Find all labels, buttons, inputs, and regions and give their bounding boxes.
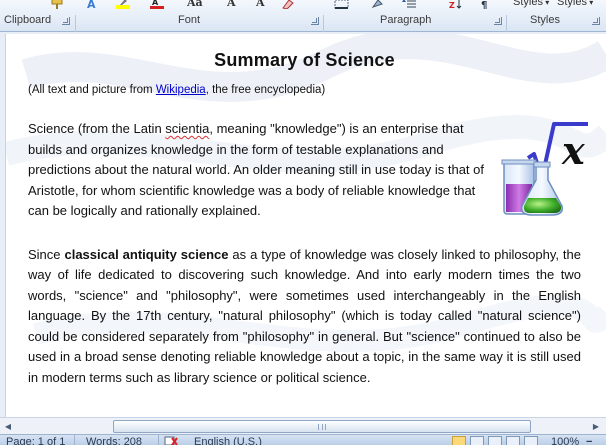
ribbon: A A Aa A A Z ¶ Styles ▾ Styles ▾ Clipboa… [0, 0, 606, 43]
scroll-grip-icon [318, 424, 326, 430]
paragraph-2: Since classical antiquity science as a t… [28, 245, 581, 389]
para2-after: as a type of knowledge was closely linke… [28, 246, 581, 385]
svg-text:A: A [87, 0, 96, 9]
svg-text:A: A [152, 0, 159, 7]
scroll-left-icon[interactable]: ◀ [0, 419, 16, 433]
clipboard-group-label: Clipboard [4, 14, 52, 26]
draft-view-icon[interactable] [524, 436, 538, 445]
wikipedia-link[interactable]: Wikipedia [156, 84, 206, 96]
text-effects-icon[interactable]: A [86, 0, 100, 9]
shrink-font-icon[interactable]: A [256, 0, 265, 9]
document-area: Summary of Science (All text and picture… [0, 32, 606, 417]
highlight-color-icon[interactable] [116, 0, 132, 9]
horizontal-scroll-thumb[interactable] [113, 420, 531, 433]
source-suffix: , the free encyclopedia) [205, 84, 326, 96]
para2-before: Since [28, 246, 65, 262]
para2-bold: classical antiquity science [64, 246, 229, 262]
outline-view-icon[interactable] [506, 436, 520, 445]
spelling-error-word[interactable]: scientia [165, 121, 209, 136]
print-layout-view-icon[interactable] [452, 436, 466, 445]
status-bar: Page: 1 of 1 Words: 208 English (U.S.) 1… [0, 434, 606, 445]
ribbon-icon-row: A A Aa A A Z ¶ Styles ▾ Styles ▾ [0, 0, 606, 12]
borders-icon[interactable] [334, 0, 350, 9]
format-painter-icon[interactable] [50, 0, 64, 9]
source-attribution: (All text and picture from Wikipedia, th… [28, 84, 581, 96]
font-launcher-icon[interactable] [311, 17, 319, 25]
clear-format-icon[interactable] [281, 0, 295, 9]
sort-icon[interactable]: Z [449, 0, 465, 9]
change-styles-button[interactable]: Styles ▾ [557, 0, 593, 8]
styles-group-label: Styles [530, 14, 560, 26]
change-case-icon[interactable]: Aa [187, 0, 203, 9]
clipboard-launcher-icon[interactable] [62, 17, 70, 25]
font-color-icon[interactable]: A [150, 0, 166, 9]
zoom-level[interactable]: 100% [551, 436, 579, 445]
font-group-label: Font [178, 14, 201, 26]
line-spacing-icon[interactable] [402, 0, 418, 9]
status-separator [158, 435, 159, 445]
paragraph-group-label: Paragraph [380, 14, 432, 26]
svg-text:¶: ¶ [481, 0, 487, 9]
status-separator [74, 435, 75, 445]
paragraph-launcher-icon[interactable] [494, 17, 502, 25]
ribbon-group-labels: Clipboard Font Paragraph Styles [0, 13, 606, 43]
proofing-error-icon[interactable] [164, 436, 178, 445]
scroll-right-icon[interactable]: ▶ [588, 419, 604, 433]
horizontal-scrollbar[interactable]: ◀ ▶ [0, 417, 606, 434]
zoom-out-icon[interactable]: − [586, 436, 592, 445]
word-count[interactable]: Words: 208 [86, 436, 142, 445]
svg-text:Z: Z [449, 1, 455, 9]
paragraph-1: Science (from the Latin scientia, meanin… [28, 119, 488, 222]
show-marks-icon[interactable]: ¶ [480, 0, 492, 9]
grow-font-icon[interactable]: A [227, 0, 236, 9]
source-prefix: (All text and picture from [28, 84, 156, 96]
styles-launcher-icon[interactable] [592, 17, 600, 25]
document-page[interactable]: Summary of Science (All text and picture… [5, 34, 606, 417]
para1-before: Science (from the Latin [28, 121, 166, 136]
web-layout-view-icon[interactable] [488, 436, 502, 445]
document-title: Summary of Science [214, 50, 395, 70]
shading-icon[interactable] [370, 0, 386, 9]
svg-text:x: x [561, 128, 586, 173]
science-flask-sqrt-x-icon: x [501, 122, 588, 216]
language-indicator[interactable]: English (U.S.) [194, 436, 262, 445]
page-count[interactable]: Page: 1 of 1 [6, 436, 65, 445]
quick-styles-button[interactable]: Styles ▾ [513, 0, 549, 8]
full-screen-view-icon[interactable] [470, 436, 484, 445]
